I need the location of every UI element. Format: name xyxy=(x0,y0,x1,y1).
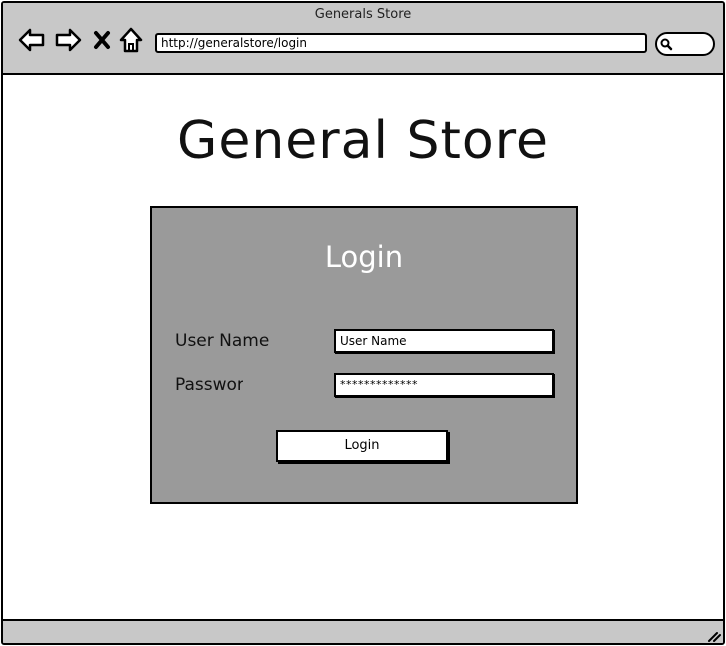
status-bar xyxy=(3,619,723,643)
resize-grip-icon[interactable] xyxy=(705,627,721,643)
username-field[interactable]: User Name xyxy=(334,329,554,353)
login-button[interactable]: Login xyxy=(276,430,448,462)
browser-window: Generals Store http://generalstore/login xyxy=(1,1,725,645)
forward-arrow-icon[interactable] xyxy=(53,25,83,55)
browser-toolbar: Generals Store http://generalstore/login xyxy=(3,3,723,75)
address-bar[interactable]: http://generalstore/login xyxy=(155,33,647,53)
login-heading: Login xyxy=(324,240,404,274)
login-panel: Login User Name User Name Password *****… xyxy=(150,206,578,504)
page-title: General Store xyxy=(177,111,549,171)
window-title: Generals Store xyxy=(314,7,412,22)
back-arrow-icon[interactable] xyxy=(17,25,47,55)
username-label: User Name xyxy=(175,331,270,351)
search-box[interactable] xyxy=(655,32,715,56)
password-label: Password xyxy=(175,375,243,395)
password-field[interactable]: ************* xyxy=(334,373,554,397)
search-icon xyxy=(660,38,673,51)
home-icon[interactable] xyxy=(117,25,147,55)
page-content: General Store Login User Name User Name … xyxy=(3,75,723,619)
